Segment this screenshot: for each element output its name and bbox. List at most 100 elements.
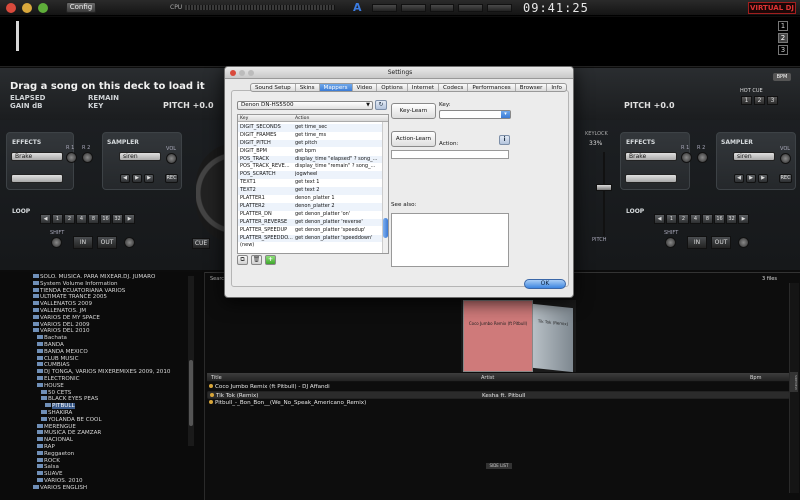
tab-info[interactable]: Info xyxy=(547,84,566,91)
key-learn-button[interactable]: Key-Learn xyxy=(391,103,436,119)
right-sampler-next-button[interactable]: ▶ xyxy=(758,174,768,183)
table-row[interactable]: Pitbull_-_Bon_Bon__(We_No_Speak_American… xyxy=(207,399,790,407)
loop-knob[interactable] xyxy=(124,237,135,248)
right-effect-select[interactable]: Brake xyxy=(625,152,677,161)
mapping-row[interactable]: POS_TRACK display_time "elapsed" ? song_.… xyxy=(238,155,383,164)
tab-video[interactable]: Video xyxy=(353,84,378,91)
loop-in-button[interactable]: IN xyxy=(73,236,93,249)
hot-cue-2-button[interactable]: 2 xyxy=(754,96,765,105)
device-select[interactable]: Denon DN-HS5500 ▼ xyxy=(237,101,373,110)
add-mapping-button[interactable]: + xyxy=(265,255,276,265)
right-loop-in-button[interactable]: IN xyxy=(687,236,707,249)
shift-knob[interactable] xyxy=(51,237,62,248)
mapping-row[interactable]: PLATTER_DN get denon_platter 'on' xyxy=(238,211,383,219)
tab-options[interactable]: Options xyxy=(377,84,408,91)
mapping-row[interactable]: TEXT1 get text 1 xyxy=(238,179,383,187)
close-window-button[interactable] xyxy=(6,3,16,13)
right-loop-knob[interactable] xyxy=(738,237,749,248)
mapping-row[interactable]: DIGIT_BPM get bpm xyxy=(238,148,383,156)
ok-button[interactable]: OK xyxy=(524,279,566,289)
sampler-prev-button[interactable]: ◀ xyxy=(120,174,130,183)
folder-tree-scroll-thumb[interactable] xyxy=(189,360,193,426)
tab-browser[interactable]: Browser xyxy=(516,84,548,91)
right-effect-r1-knob[interactable] xyxy=(681,152,692,163)
right-loop-1-button[interactable]: 1 xyxy=(666,214,677,224)
delete-mapping-button[interactable]: 🗑 xyxy=(251,255,262,265)
hot-cue-3-button[interactable]: 3 xyxy=(767,96,778,105)
right-loop-4-button[interactable]: 4 xyxy=(690,214,701,224)
right-sampler-play-button[interactable]: ▶ xyxy=(746,174,756,183)
refresh-devices-button[interactable]: ↻ xyxy=(375,100,387,110)
loop-out-button[interactable]: OUT xyxy=(97,236,117,249)
mapping-row[interactable]: POS_TRACK_REVE... display_time "remain" ?… xyxy=(238,163,383,171)
tab-performances[interactable]: Performances xyxy=(468,84,516,91)
right-effect-select-2[interactable] xyxy=(625,174,677,183)
right-sampler-prev-button[interactable]: ◀ xyxy=(734,174,744,183)
tab-skins[interactable]: Skins xyxy=(296,84,320,91)
right-shift-knob[interactable] xyxy=(665,237,676,248)
mapping-row[interactable]: DIGIT_SECONDS get time_sec xyxy=(238,123,383,132)
loop-next-button[interactable]: ▶ xyxy=(124,214,135,224)
mapping-row[interactable]: PLATTER_SPEEDUP get denon_platter 'speedu… xyxy=(238,227,383,235)
right-loop-out-button[interactable]: OUT xyxy=(711,236,731,249)
action-info-button[interactable]: i xyxy=(499,135,510,145)
mapping-row[interactable]: PLATTER2 denon_platter 2 xyxy=(238,202,383,211)
pitch-handle[interactable] xyxy=(596,184,612,191)
column-bpm[interactable]: Bpm xyxy=(750,375,761,381)
right-loop-16-button[interactable]: 16 xyxy=(714,214,725,224)
loop-prev-button[interactable]: ◀ xyxy=(40,214,51,224)
mapping-table-scroll-thumb[interactable] xyxy=(383,218,388,238)
key-select[interactable]: ▾ xyxy=(439,110,511,119)
effect-select-2[interactable] xyxy=(11,174,63,183)
sampler-rec-button[interactable]: REC xyxy=(165,174,178,183)
loop-4-button[interactable]: 4 xyxy=(76,214,87,224)
cue-button[interactable]: CUE xyxy=(192,238,210,249)
effect-r1-knob[interactable] xyxy=(66,152,77,163)
deck-select-3[interactable]: 3 xyxy=(778,45,788,55)
column-action[interactable]: Action xyxy=(295,115,309,122)
loop-8-button[interactable]: 8 xyxy=(88,214,99,224)
tab-mappers[interactable]: Mappers xyxy=(319,84,353,91)
hot-cue-1-button[interactable]: 1 xyxy=(741,96,752,105)
right-loop-next-button[interactable]: ▶ xyxy=(738,214,749,224)
mapping-row[interactable]: PLATTER_SPEEDDO... get denon_platter 'spe… xyxy=(238,234,383,243)
right-loop-8-button[interactable]: 8 xyxy=(702,214,713,224)
tab-sound-setup[interactable]: Sound Setup xyxy=(251,84,296,91)
mapping-row[interactable]: POS_SCRATCH jogwheel xyxy=(238,171,383,179)
column-artist[interactable]: Artist xyxy=(481,375,494,381)
mapping-row[interactable]: DIGIT_PITCH get pitch xyxy=(238,139,383,148)
mapping-row[interactable]: (new) xyxy=(238,242,383,250)
sampler-select[interactable]: siren xyxy=(119,152,161,161)
loop-16-button[interactable]: 16 xyxy=(100,214,111,224)
waveform-area[interactable] xyxy=(0,17,800,67)
mapping-row[interactable]: PLATTER_REVERSE get denon_platter 'revers… xyxy=(238,218,383,227)
sampler-next-button[interactable]: ▶ xyxy=(144,174,154,183)
loop-2-button[interactable]: 2 xyxy=(64,214,75,224)
mapping-row[interactable]: PLATTER1 denon_platter 1 xyxy=(238,195,383,203)
right-sampler-select[interactable]: siren xyxy=(733,152,775,161)
mapping-row[interactable]: TEXT2 get text 2 xyxy=(238,187,383,195)
minimize-window-button[interactable] xyxy=(22,3,32,13)
config-button[interactable]: Config xyxy=(66,2,96,13)
action-input[interactable] xyxy=(391,150,509,159)
mapping-row[interactable]: DIGIT_FRAMES get time_ms xyxy=(238,132,383,140)
right-loop-prev-button[interactable]: ◀ xyxy=(654,214,665,224)
cover-art-main[interactable]: Coco Jumbo Remix (ft Pitbull) xyxy=(463,300,533,372)
deck-select-1[interactable]: 1 xyxy=(778,21,788,31)
right-loop-2-button[interactable]: 2 xyxy=(678,214,689,224)
right-loop-32-button[interactable]: 32 xyxy=(726,214,737,224)
right-effect-r2-knob[interactable] xyxy=(697,152,708,163)
pitch-slider[interactable] xyxy=(596,140,612,240)
effect-r2-knob[interactable] xyxy=(82,152,93,163)
action-learn-button[interactable]: Action-Learn xyxy=(391,131,436,147)
right-sampler-rec-button[interactable]: REC xyxy=(779,174,792,183)
column-key[interactable]: Key xyxy=(240,115,248,122)
sideview-tab[interactable]: SIDEVIEW xyxy=(790,372,798,392)
cover-art-side[interactable]: Tik Tok (Remix) xyxy=(533,303,573,373)
zoom-window-button[interactable] xyxy=(38,3,48,13)
table-row[interactable]: Coco Jumbo Remix (ft Pitbull) - DJ Affan… xyxy=(207,383,790,391)
folder-tree-item[interactable]: VARIOS ENGLISH xyxy=(33,484,87,492)
side-list-button[interactable]: SIDE LIST xyxy=(486,463,512,469)
tab-codecs[interactable]: Codecs xyxy=(439,84,469,91)
right-sampler-volume-knob[interactable] xyxy=(780,153,791,164)
